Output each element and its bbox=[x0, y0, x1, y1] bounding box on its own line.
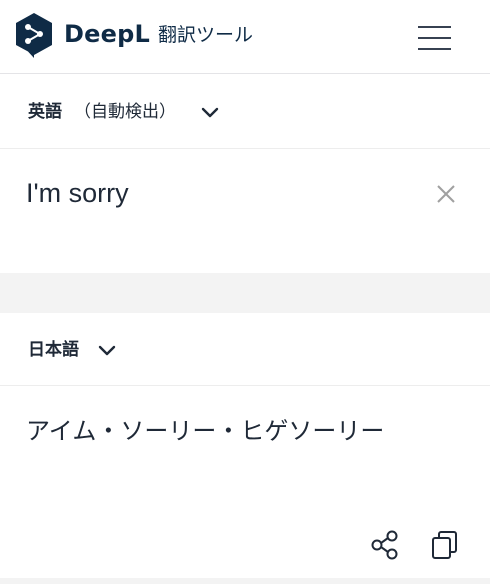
bottom-divider bbox=[0, 578, 490, 584]
target-language-selector[interactable]: 日本語 bbox=[0, 324, 490, 376]
target-text-panel: アイム・ソーリー・ヒゲソーリー bbox=[0, 385, 490, 578]
target-language-label: 日本語 bbox=[28, 340, 79, 360]
app-header: DeepL 翻訳ツール bbox=[0, 0, 490, 74]
chevron-down-icon bbox=[98, 345, 116, 356]
translation-output: アイム・ソーリー・ヒゲソーリー bbox=[26, 417, 385, 445]
close-icon[interactable] bbox=[434, 182, 458, 206]
copy-icon[interactable] bbox=[428, 528, 462, 562]
source-language-selector[interactable]: 英語 （自動検出） bbox=[0, 86, 490, 138]
source-text-input[interactable]: I'm sorry bbox=[26, 176, 406, 210]
brand-subtitle: 翻訳ツール bbox=[158, 24, 254, 46]
source-language-label: 英語 bbox=[28, 102, 62, 122]
hamburger-menu-icon[interactable] bbox=[414, 24, 456, 52]
chevron-down-icon bbox=[201, 107, 219, 118]
auto-detect-label: （自動検出） bbox=[74, 102, 176, 122]
section-divider bbox=[0, 273, 490, 313]
deepl-logo-icon[interactable] bbox=[14, 12, 54, 58]
source-text-panel: I'm sorry bbox=[0, 148, 490, 273]
share-icon[interactable] bbox=[368, 528, 402, 562]
brand-name[interactable]: DeepL bbox=[64, 19, 150, 49]
